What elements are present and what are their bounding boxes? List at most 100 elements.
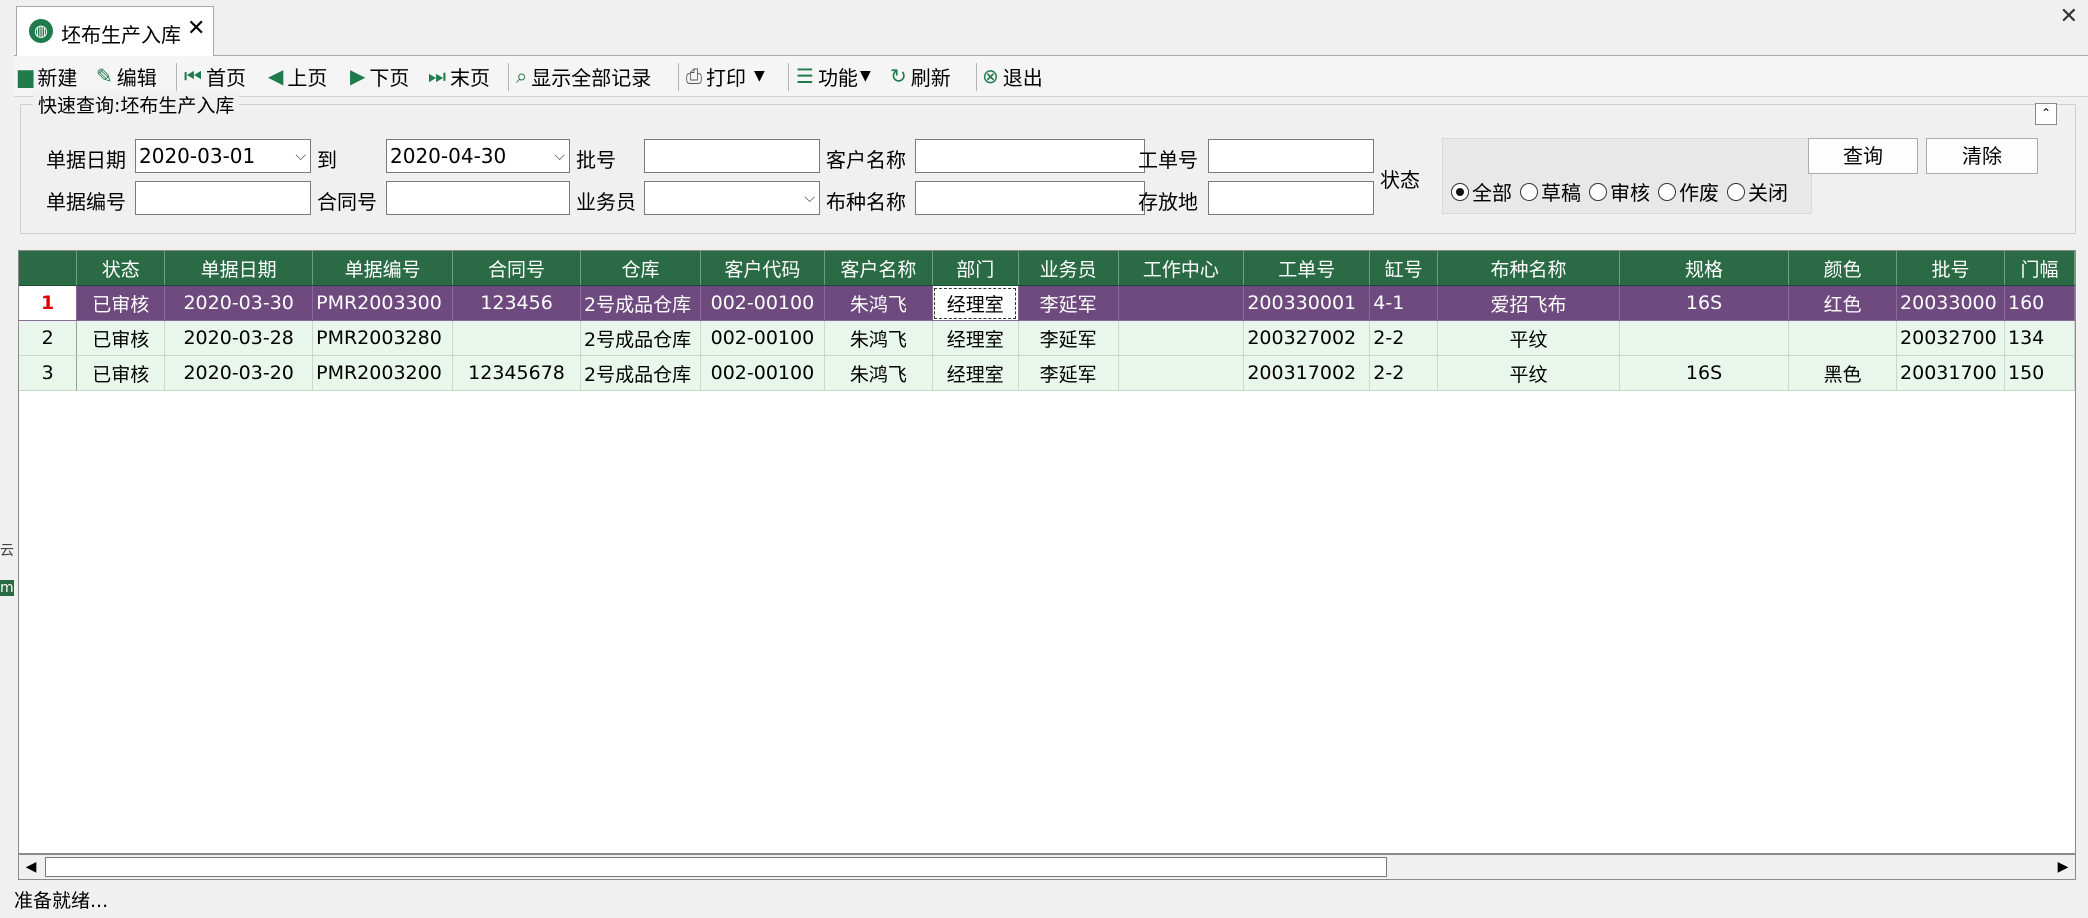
table-cell[interactable]: 2号成品仓库 <box>580 320 701 356</box>
close-icon[interactable]: ✕ <box>187 16 205 41</box>
table-row[interactable]: 1 已审核 2020-03-30 PMR2003300 123456 2号成品仓… <box>19 285 2075 321</box>
table-row[interactable]: 3 已审核 2020-03-20 PMR2003200 12345678 2号成… <box>19 355 2075 391</box>
table-cell[interactable] <box>1118 320 1245 356</box>
tab-fabric-production-inbound[interactable]: ◍ 坯布生产入库 ✕ <box>16 6 214 56</box>
column-header[interactable]: 工作中心 <box>1118 251 1245 286</box>
exit-button[interactable]: ⊗ 退出 <box>982 61 1043 91</box>
first-page-button[interactable]: ⏮ 首页 <box>184 61 246 91</box>
column-header[interactable]: 门幅 <box>2004 251 2075 286</box>
table-cell[interactable] <box>452 320 581 356</box>
date-to-field[interactable]: 2020-04-30 ⌵ <box>386 139 570 173</box>
table-cell[interactable]: PMR2003280 <box>312 320 454 356</box>
table-cell[interactable]: 123456 <box>452 285 581 321</box>
column-header[interactable]: 工单号 <box>1243 251 1371 286</box>
table-cell[interactable]: 2号成品仓库 <box>580 285 701 321</box>
table-cell[interactable]: PMR2003200 <box>312 355 454 391</box>
table-cell[interactable]: 已审核 <box>76 285 166 321</box>
column-header[interactable]: 缸号 <box>1369 251 1439 286</box>
salesman-select[interactable]: ⌵ <box>644 181 820 215</box>
fabric-input[interactable] <box>915 181 1145 215</box>
table-cell[interactable] <box>1619 320 1790 356</box>
table-cell[interactable]: 4-1 <box>1369 285 1439 321</box>
column-header[interactable]: 单据编号 <box>312 251 454 286</box>
table-cell[interactable]: 2-2 <box>1369 355 1439 391</box>
table-cell[interactable]: 200317002 <box>1243 355 1371 391</box>
table-cell[interactable]: 12345678 <box>452 355 581 391</box>
search-button[interactable]: 查询 <box>1808 138 1918 174</box>
window-close-icon[interactable]: ✕ <box>2060 4 2078 29</box>
table-cell[interactable]: PMR2003300 <box>312 285 454 321</box>
status-option-all[interactable]: 全部 <box>1451 177 1512 206</box>
column-header[interactable]: 状态 <box>76 251 166 286</box>
last-page-button[interactable]: ⏭ 末页 <box>428 61 490 91</box>
print-button[interactable]: ⎙ 打印 ▼ <box>686 61 765 91</box>
table-cell[interactable]: 2020-03-28 <box>164 320 314 356</box>
show-all-records-button[interactable]: ⌕ 显示全部记录 <box>516 61 651 91</box>
column-header[interactable]: 部门 <box>932 251 1019 286</box>
table-cell[interactable]: 已审核 <box>76 355 166 391</box>
table-cell[interactable]: 200330001 <box>1243 285 1371 321</box>
table-cell[interactable]: 200327002 <box>1243 320 1371 356</box>
table-cell[interactable]: 爱招飞布 <box>1437 285 1620 321</box>
contract-input[interactable] <box>386 181 570 215</box>
chevron-down-icon[interactable]: ⌵ <box>554 140 565 172</box>
scroll-right-icon[interactable]: ▶ <box>2053 857 2073 877</box>
batch-input[interactable] <box>644 139 820 173</box>
doc-no-input[interactable] <box>135 181 311 215</box>
status-option-closed[interactable]: 关闭 <box>1727 177 1788 206</box>
column-header[interactable]: 业务员 <box>1018 251 1119 286</box>
collapse-icon[interactable]: ⌃ <box>2035 103 2057 125</box>
column-header[interactable]: 规格 <box>1619 251 1790 286</box>
table-row[interactable]: 2 已审核 2020-03-28 PMR2003280 2号成品仓库 002-0… <box>19 320 2075 356</box>
table-cell[interactable]: 李延军 <box>1018 320 1119 356</box>
status-option-void[interactable]: 作废 <box>1658 177 1719 206</box>
table-cell[interactable]: 20032700 <box>1896 320 2005 356</box>
table-cell[interactable]: 160 <box>2004 285 2075 321</box>
table-cell[interactable]: 002-00100 <box>700 285 825 321</box>
chevron-down-icon[interactable]: ⌵ <box>804 182 815 214</box>
horizontal-scrollbar[interactable]: ◀ ▶ <box>18 854 2076 880</box>
refresh-button[interactable]: ↻ 刷新 <box>890 61 951 91</box>
column-header[interactable]: 客户名称 <box>824 251 933 286</box>
function-menu-button[interactable]: ☰ 功能 ▼ <box>796 61 871 91</box>
new-button[interactable]: ▆ 新建 <box>18 61 77 91</box>
table-cell[interactable]: 2020-03-20 <box>164 355 314 391</box>
table-cell[interactable]: 002-00100 <box>700 355 825 391</box>
previous-page-button[interactable]: ◀ 上页 <box>268 61 327 91</box>
table-cell[interactable]: 黑色 <box>1788 355 1898 391</box>
column-header[interactable]: 合同号 <box>452 251 581 286</box>
table-cell[interactable]: 20031700 <box>1896 355 2005 391</box>
table-cell[interactable]: 平纹 <box>1437 355 1620 391</box>
table-cell[interactable]: 李延军 <box>1018 355 1119 391</box>
table-cell[interactable]: 20033000 <box>1896 285 2005 321</box>
table-cell[interactable] <box>1788 320 1898 356</box>
table-cell[interactable]: 已审核 <box>76 320 166 356</box>
table-cell[interactable]: 朱鸿飞 <box>824 285 933 321</box>
table-cell[interactable] <box>1118 355 1245 391</box>
column-header[interactable]: 布种名称 <box>1437 251 1620 286</box>
date-from-field[interactable]: 2020-03-01 ⌵ <box>135 139 311 173</box>
table-cell[interactable]: 经理室 <box>932 355 1019 391</box>
table-cell[interactable]: 朱鸿飞 <box>824 355 933 391</box>
table-cell[interactable]: 16S <box>1619 285 1790 321</box>
column-header[interactable]: 仓库 <box>580 251 701 286</box>
table-cell[interactable]: 李延军 <box>1018 285 1119 321</box>
table-cell[interactable]: 红色 <box>1788 285 1898 321</box>
table-cell[interactable]: 2020-03-30 <box>164 285 314 321</box>
table-cell[interactable]: 2-2 <box>1369 320 1439 356</box>
table-cell[interactable]: 150 <box>2004 355 2075 391</box>
column-header[interactable]: 客户代码 <box>700 251 825 286</box>
table-cell[interactable]: 16S <box>1619 355 1790 391</box>
table-cell-focused[interactable]: 经理室 <box>932 285 1019 321</box>
column-header[interactable]: 颜色 <box>1788 251 1898 286</box>
location-input[interactable] <box>1208 181 1374 215</box>
table-cell[interactable]: 平纹 <box>1437 320 1620 356</box>
work-order-input[interactable] <box>1208 139 1374 173</box>
column-header[interactable]: 单据日期 <box>164 251 314 286</box>
status-option-audited[interactable]: 审核 <box>1589 177 1650 206</box>
next-page-button[interactable]: ▶ 下页 <box>350 61 409 91</box>
chevron-down-icon[interactable]: ⌵ <box>295 140 306 172</box>
table-cell[interactable] <box>1118 285 1245 321</box>
column-header[interactable]: 批号 <box>1896 251 2005 286</box>
scroll-left-icon[interactable]: ◀ <box>21 857 41 877</box>
